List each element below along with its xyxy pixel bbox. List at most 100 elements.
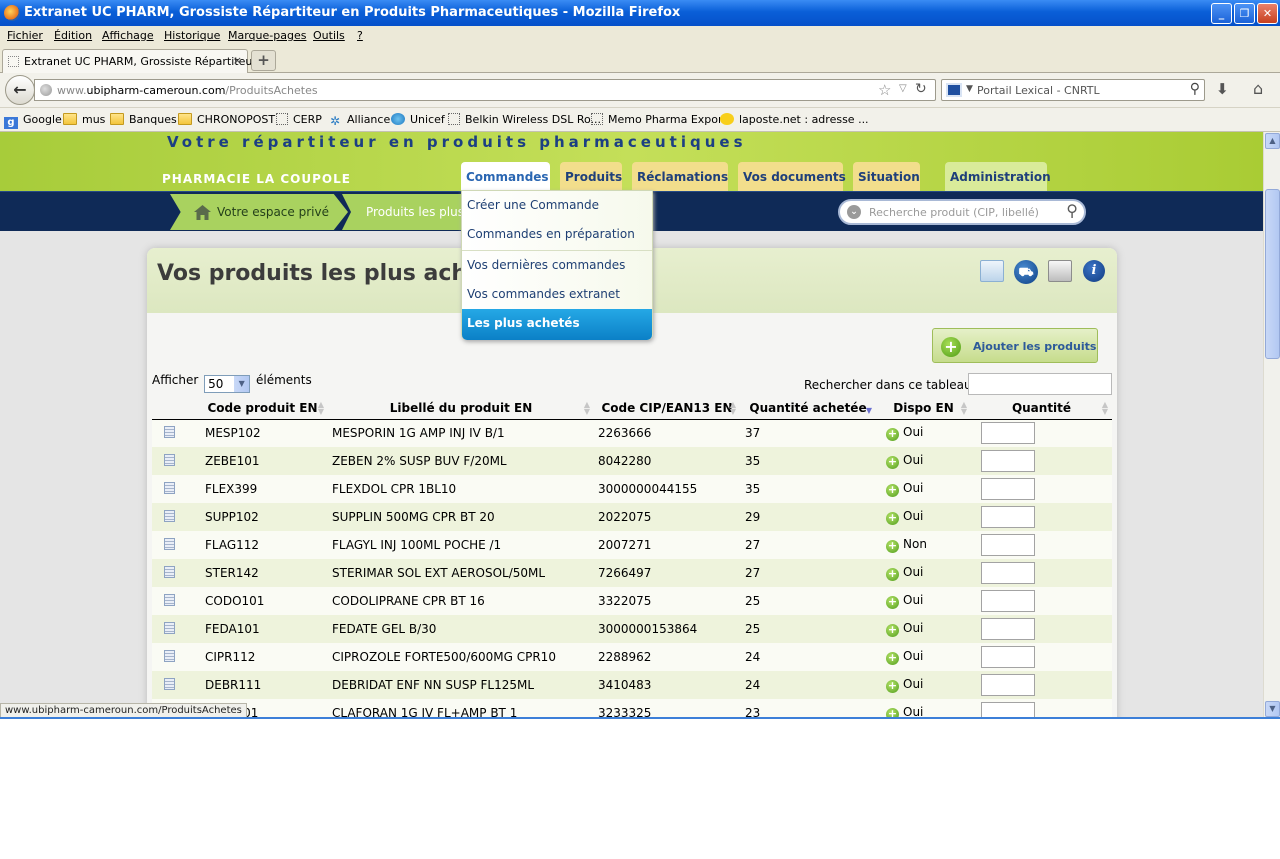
quantity-purchased: 25	[740, 615, 876, 643]
new-tab-button[interactable]: +	[251, 50, 276, 71]
mail-icon[interactable]	[980, 260, 1004, 282]
column-header-quantity[interactable]: Quantité ▲ ▼	[971, 398, 1112, 420]
bookmark-banques[interactable]: Banques	[110, 113, 177, 126]
menu-item-last-orders[interactable]: Vos dernières commandes	[462, 251, 652, 280]
folder-icon	[63, 113, 77, 125]
tab-close-icon[interactable]: ×	[233, 54, 242, 67]
scroll-down-icon[interactable]: ▼	[1265, 701, 1280, 717]
menu-fichier[interactable]: Fichier	[7, 29, 43, 42]
menu-historique[interactable]: Historique	[164, 29, 220, 42]
quantity-input[interactable]	[981, 534, 1035, 556]
bookmark-chronopost[interactable]: CHRONOPOST	[178, 113, 275, 126]
menu-item-orders-in-preparation[interactable]: Commandes en préparation	[462, 220, 652, 249]
menu-item-create-order[interactable]: Créer une Commande	[462, 191, 652, 220]
scroll-up-icon[interactable]: ▲	[1265, 133, 1280, 149]
downloads-icon[interactable]: ⬇	[1216, 80, 1229, 98]
menu-marque-pages[interactable]: Marque-pages	[228, 29, 306, 42]
menu-help[interactable]: ?	[357, 29, 363, 42]
tab-administration[interactable]: Administration	[945, 162, 1051, 192]
availability-cell: + Oui	[876, 503, 971, 531]
print-icon[interactable]	[1048, 260, 1072, 282]
menu-item-most-purchased[interactable]: Les plus achetés	[462, 309, 652, 340]
page-viewport: Votre répartiteur en produits pharmaceut…	[0, 132, 1263, 718]
quantity-purchased: 29	[740, 503, 876, 531]
document-icon[interactable]	[164, 593, 175, 606]
minimize-button[interactable]: _	[1211, 3, 1232, 24]
document-icon[interactable]	[164, 537, 175, 550]
bookmark-memo-pharma[interactable]: Memo Pharma Export	[591, 113, 727, 126]
document-icon[interactable]	[164, 481, 175, 494]
cart-icon[interactable]: ⛟	[1014, 260, 1038, 284]
document-icon[interactable]	[164, 649, 175, 662]
reload-icon[interactable]: ↻	[915, 81, 927, 97]
document-icon[interactable]	[164, 425, 175, 438]
column-header-dispo[interactable]: Dispo EN ▲ ▼	[876, 398, 971, 420]
maximize-button[interactable]: ❐	[1234, 3, 1255, 24]
home-icon[interactable]: ⌂	[1253, 79, 1263, 98]
table-filter-input[interactable]	[968, 373, 1112, 395]
quantity-input[interactable]	[981, 590, 1035, 612]
scroll-thumb[interactable]	[1265, 189, 1280, 359]
row-details-cell	[152, 559, 197, 587]
product-label: CODOLIPRANE CPR BT 16	[328, 587, 594, 615]
vertical-scrollbar[interactable]: ▲ ▼	[1263, 132, 1280, 718]
chevron-down-icon[interactable]: ⌄	[847, 205, 861, 219]
quantity-input[interactable]	[981, 562, 1035, 584]
product-search-input[interactable]: ⌄ Recherche produit (CIP, libellé) ⚲	[838, 199, 1086, 225]
tab-produits[interactable]: Produits	[560, 162, 622, 192]
column-header-icon	[152, 398, 197, 420]
quantity-input[interactable]	[981, 478, 1035, 500]
document-icon[interactable]	[164, 453, 175, 466]
quantity-input[interactable]	[981, 674, 1035, 696]
bookmark-google[interactable]: g Google	[4, 113, 62, 129]
add-products-button[interactable]: + Ajouter les produits	[932, 328, 1098, 363]
quantity-input[interactable]	[981, 702, 1035, 718]
row-details-cell	[152, 475, 197, 503]
bookmark-star-icon[interactable]: ☆	[878, 81, 891, 99]
tab-vos-documents[interactable]: Vos documents	[738, 162, 846, 192]
breadcrumb-home[interactable]: Votre espace privé	[170, 194, 348, 230]
window-bottom-border	[0, 717, 1280, 719]
quantity-input[interactable]	[981, 450, 1035, 472]
quantity-input[interactable]	[981, 422, 1035, 445]
tab-situation[interactable]: Situation	[853, 162, 920, 192]
folder-icon	[178, 113, 192, 125]
menu-affichage[interactable]: Affichage	[102, 29, 154, 42]
menu-edition[interactable]: Édition	[54, 29, 92, 42]
plus-icon: +	[886, 595, 899, 609]
quantity-input[interactable]	[981, 618, 1035, 640]
quantity-purchased: 27	[740, 559, 876, 587]
url-bar[interactable]: www.ubipharm-cameroun.com/ProduitsAchete…	[34, 79, 936, 101]
quantity-purchased: 35	[740, 475, 876, 503]
column-header-code[interactable]: Code produit EN ▲ ▼	[197, 398, 328, 420]
close-window-button[interactable]: ✕	[1257, 3, 1278, 24]
menu-item-extranet-orders[interactable]: Vos commandes extranet	[462, 280, 652, 309]
search-engine-dropdown-icon[interactable]: ▼	[966, 84, 973, 94]
column-header-quantity-purchased[interactable]: Quantité achetée ▼	[740, 398, 876, 420]
info-icon[interactable]: i	[1083, 260, 1105, 282]
column-header-cip[interactable]: Code CIP/EAN13 EN ▲ ▼	[594, 398, 740, 420]
search-icon[interactable]: ⚲	[1190, 81, 1200, 97]
back-button[interactable]: ←	[5, 75, 35, 105]
bookmark-cerp[interactable]: CERP	[276, 113, 322, 126]
quantity-input[interactable]	[981, 506, 1035, 528]
tab-reclamations[interactable]: Réclamations	[632, 162, 728, 192]
column-header-label[interactable]: Libellé du produit EN ▲ ▼	[328, 398, 594, 420]
document-icon[interactable]	[164, 565, 175, 578]
document-icon[interactable]	[164, 677, 175, 690]
bookmark-mus[interactable]: mus	[63, 113, 105, 126]
browser-tab[interactable]: Extranet UC PHARM, Grossiste Répartiteur…	[2, 49, 271, 73]
url-history-dropdown-icon[interactable]: ▽	[899, 83, 907, 94]
bookmark-alliance[interactable]: ✲ Alliance	[328, 113, 390, 127]
quantity-input[interactable]	[981, 646, 1035, 668]
menu-outils[interactable]: Outils	[313, 29, 345, 42]
search-engine-icon[interactable]	[946, 83, 962, 97]
browser-search-bar[interactable]: ▼ Portail Lexical - CNRTL ⚲	[941, 79, 1205, 101]
bookmark-laposte[interactable]: laposte.net : adresse ...	[720, 113, 869, 126]
search-icon[interactable]: ⚲	[1066, 201, 1078, 220]
bookmark-belkin[interactable]: Belkin Wireless DSL Ro...	[448, 113, 601, 126]
bookmark-unicef[interactable]: Unicef	[391, 113, 445, 126]
document-icon[interactable]	[164, 509, 175, 522]
document-icon[interactable]	[164, 621, 175, 634]
page-length-select[interactable]: 50 ▼	[204, 375, 251, 393]
